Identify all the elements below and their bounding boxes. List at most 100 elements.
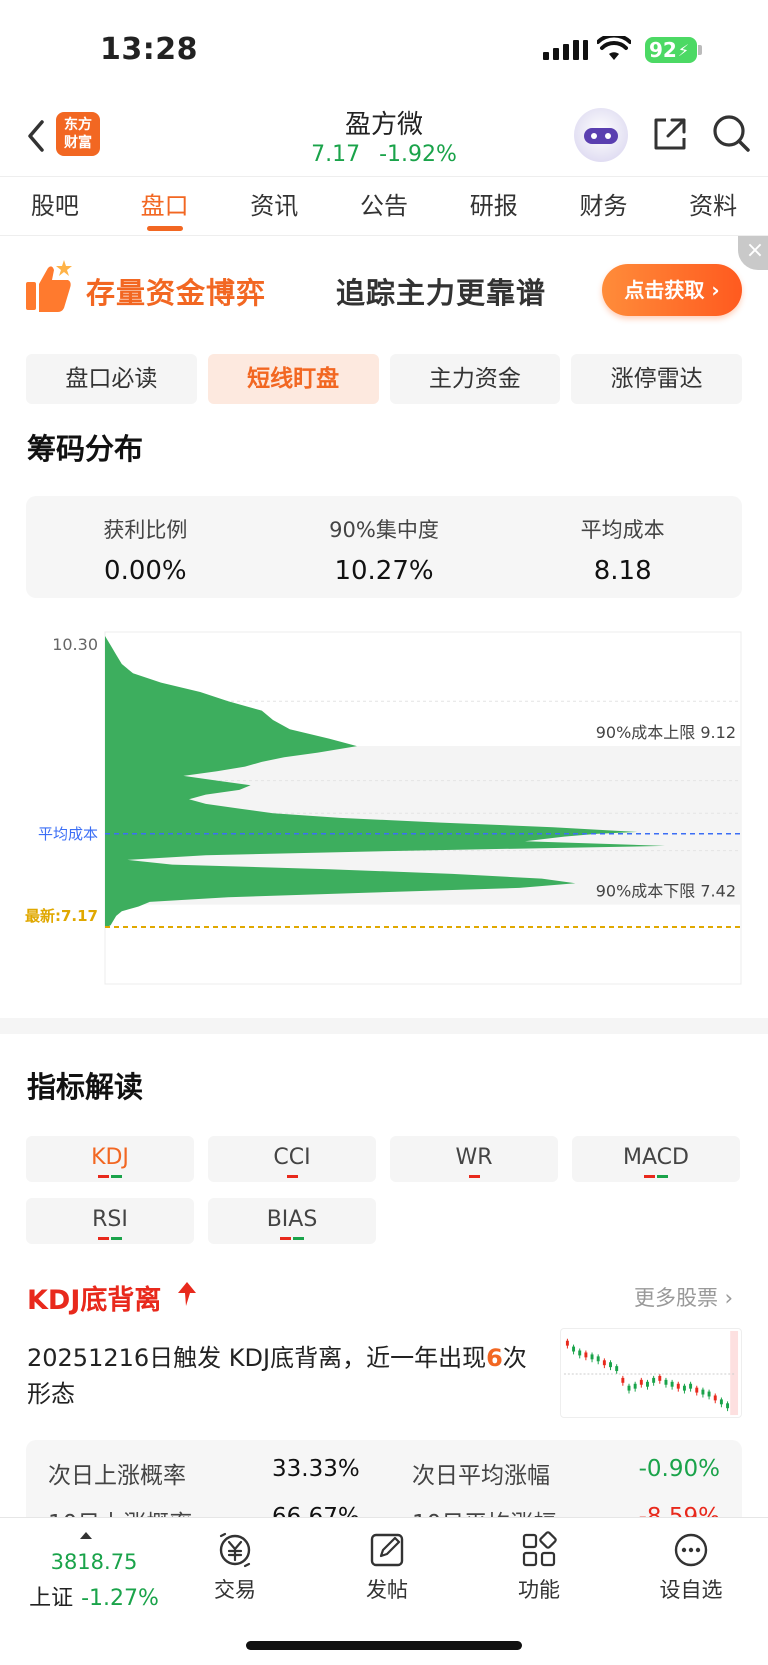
subtab-short-term[interactable]: 短线盯盘	[207, 354, 379, 404]
chip-stats: 获利比例 0.00% 90%集中度 10.27% 平均成本 8.18	[26, 496, 742, 598]
edit-icon	[370, 1533, 404, 1567]
lower-90-label: 90%成本下限 7.42	[596, 882, 736, 901]
banner-cta-button[interactable]: 点击获取 ›	[602, 264, 742, 316]
prob-value: 33.33%	[272, 1456, 360, 1482]
mini-candle-body	[627, 1385, 631, 1391]
tab-guba[interactable]: 股吧	[0, 177, 110, 235]
indicator-label: CCI	[273, 1145, 311, 1170]
indicator-marks	[208, 1237, 376, 1241]
mini-candle-body	[565, 1340, 569, 1346]
upper-90-value: 9.12	[700, 723, 736, 742]
indicator-marks	[572, 1175, 740, 1179]
sub-tabs: 盘口必读 短线盯盘 主力资金 涨停雷达	[26, 354, 742, 404]
nav-label: 发帖	[366, 1578, 408, 1602]
nav-functions[interactable]: 功能	[484, 1530, 594, 1604]
share-icon[interactable]	[650, 114, 690, 154]
signal-count: 6	[486, 1344, 503, 1372]
mini-candle-body	[713, 1395, 717, 1401]
tab-pankou[interactable]: 盘口	[110, 177, 220, 235]
tab-research[interactable]: 研报	[439, 177, 549, 235]
mini-candle-body	[639, 1379, 643, 1385]
mini-candle-body	[664, 1379, 668, 1385]
price-top-label: 10.30	[52, 635, 98, 654]
indicator-cci[interactable]: CCI	[208, 1136, 376, 1182]
nav-label: 功能	[518, 1578, 560, 1602]
indicator-marks	[26, 1237, 194, 1241]
prob-value: -0.90%	[638, 1456, 720, 1482]
indicator-macd[interactable]: MACD	[572, 1136, 740, 1182]
cellular-signal-icon	[543, 40, 588, 60]
indicator-label: MACD	[623, 1145, 689, 1170]
mini-candle-body	[658, 1375, 662, 1381]
stat-label: 获利比例	[103, 518, 188, 542]
banner-text-secondary: 追踪主力更靠谱	[336, 276, 547, 310]
lower-90-value: 7.42	[700, 882, 736, 901]
market-index[interactable]: 3818.75 上证 -1.27%	[14, 1532, 174, 1612]
subtab-main-funds[interactable]: 主力资金	[389, 354, 561, 404]
indicator-label: BIAS	[266, 1207, 318, 1232]
chip-section-title: 筹码分布	[27, 432, 144, 466]
probability-panel: 次日上涨概率 33.33% 次日平均涨幅 -0.90% 10日上涨概率 66.6…	[26, 1440, 742, 1520]
caret-up-icon	[80, 1532, 92, 1539]
tab-profile[interactable]: 资料	[658, 177, 768, 235]
mini-kline-chart[interactable]	[560, 1328, 742, 1418]
arrow-up-icon	[178, 1282, 196, 1306]
mini-candle-body	[633, 1383, 637, 1389]
tab-announcements[interactable]: 公告	[329, 177, 439, 235]
indicator-label: RSI	[92, 1207, 128, 1232]
subtab-limit-radar[interactable]: 涨停雷达	[571, 354, 742, 404]
wifi-icon	[597, 36, 631, 60]
mini-candle-body	[572, 1346, 576, 1352]
nav-watchlist[interactable]: 设自选	[636, 1530, 746, 1604]
indicator-marks	[26, 1175, 194, 1179]
section-divider	[0, 1018, 768, 1034]
ai-assistant-avatar-icon[interactable]	[574, 108, 628, 162]
index-change: 上证 -1.27%	[14, 1580, 174, 1612]
banner-close-button[interactable]: ×	[738, 236, 768, 270]
indicator-kdj[interactable]: KDJ	[26, 1136, 194, 1182]
mini-candle-body	[719, 1399, 723, 1405]
indicator-bias[interactable]: BIAS	[208, 1198, 376, 1244]
nav-label: 设自选	[659, 1578, 723, 1602]
top-tabs: 股吧 盘口 资讯 公告 研报 财务 资料	[0, 176, 768, 236]
stock-header: 东方财富 盈方微 7.17 -1.92%	[0, 96, 768, 176]
battery-level: 92	[649, 38, 677, 62]
indicator-label: WR	[455, 1145, 493, 1170]
tab-news[interactable]: 资讯	[219, 177, 329, 235]
mini-candle-body	[676, 1383, 680, 1389]
mini-candle-body	[646, 1381, 649, 1387]
mini-candle-body	[584, 1352, 588, 1358]
indicator-rsi[interactable]: RSI	[26, 1198, 194, 1244]
stat-label: 90%集中度	[329, 518, 439, 542]
tab-finance[interactable]: 财务	[549, 177, 659, 235]
subtab-must-read[interactable]: 盘口必读	[26, 354, 197, 404]
thumbs-up-icon	[26, 260, 72, 312]
nav-trade[interactable]: 交易	[180, 1530, 290, 1604]
lower-90-label-text: 90%成本下限	[596, 882, 696, 901]
signal-title: KDJ底背离	[27, 1285, 162, 1316]
index-change-pct: -1.27%	[81, 1586, 159, 1611]
indicator-wr[interactable]: WR	[390, 1136, 558, 1182]
mini-candle-body	[596, 1356, 600, 1362]
mini-candle-body	[602, 1360, 606, 1366]
stat-avg-cost: 平均成本 8.18	[503, 496, 742, 598]
prob-label: 次日平均涨幅	[412, 1463, 550, 1489]
mini-candle-body	[609, 1362, 612, 1368]
search-icon[interactable]	[710, 112, 752, 154]
avg-cost-label: 平均成本	[38, 825, 98, 843]
status-time: 13:28	[100, 32, 198, 67]
mini-candle-body	[701, 1389, 705, 1395]
mini-candle-body	[578, 1350, 582, 1356]
mini-candle-body	[682, 1385, 686, 1391]
battery-icon: 92 ⚡	[645, 37, 697, 63]
stat-value: 8.18	[593, 556, 652, 586]
chip-chart-svg: 10.30 平均成本 最新:7.17 90%成本上限 9.12 90%成本下限 …	[25, 631, 742, 985]
promo-banner[interactable]: × 存量资金博弈 追踪主力更靠谱 点击获取 ›	[0, 236, 768, 340]
stat-concentration: 90%集中度 10.27%	[265, 496, 504, 598]
nav-post[interactable]: 发帖	[332, 1530, 442, 1604]
more-stocks-link[interactable]: 更多股票 ›	[634, 1282, 733, 1312]
mini-candle-body	[689, 1383, 693, 1389]
stat-profit-ratio: 获利比例 0.00%	[26, 496, 265, 598]
mini-candle-body	[652, 1377, 656, 1383]
chip-distribution-chart[interactable]: 10.30 平均成本 最新:7.17 90%成本上限 9.12 90%成本下限 …	[0, 628, 768, 998]
